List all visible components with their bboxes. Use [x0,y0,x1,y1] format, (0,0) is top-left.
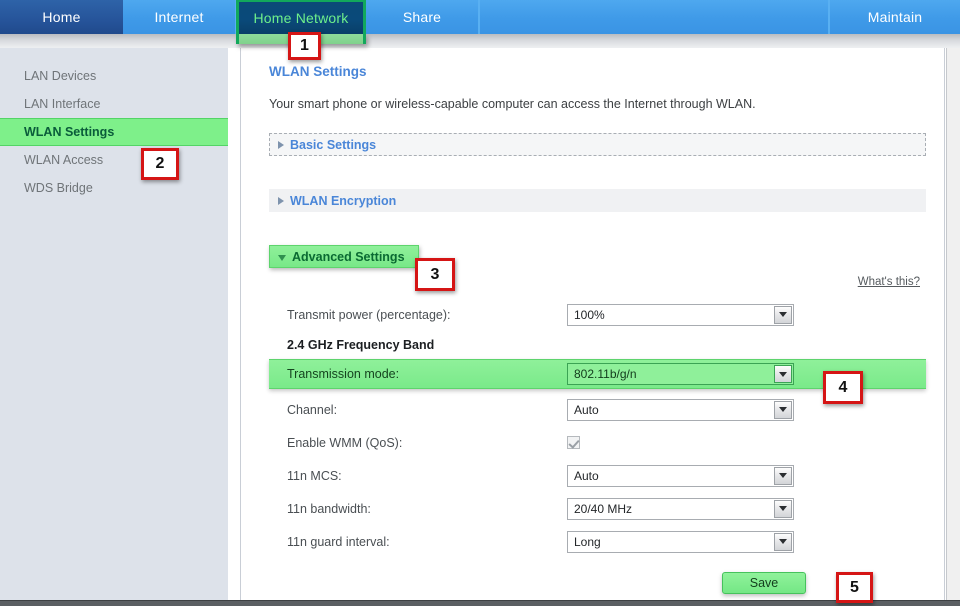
sidebar-item-label: WLAN Settings [24,125,115,139]
mcs-select[interactable]: Auto [567,464,794,487]
nav-tab-share-label: Share [402,9,442,25]
transmit-power-select[interactable]: 100% [567,303,794,326]
field-row-guard-interval: 11n guard interval: Long [269,525,926,558]
guard-interval-value: Long [574,534,601,549]
sidebar-item-label: WDS Bridge [24,181,93,195]
sidebar-item-lan-interface[interactable]: LAN Interface [0,90,228,118]
field-row-bandwidth: 11n bandwidth: 20/40 MHz [269,492,926,525]
chevron-right-icon [278,196,284,205]
bandwidth-label: 11n bandwidth: [287,501,371,516]
sidebar-item-label: WLAN Access [24,153,104,167]
bandwidth-select[interactable]: 20/40 MHz [567,497,794,520]
sidebar: LAN Devices LAN Interface WLAN Settings … [0,48,228,600]
save-button[interactable]: Save [722,572,806,594]
nav-tab-maintain[interactable]: Maintain [829,0,960,34]
section-advanced-settings-label: Advanced Settings [292,249,405,264]
mcs-value: Auto [574,468,599,483]
transmission-mode-label: Transmission mode: [287,367,400,381]
nav-tab-share[interactable]: Share [366,0,479,34]
band-heading: 2.4 GHz Frequency Band [287,338,435,352]
top-navigation-bar: Home Internet Home Network Share Maintai… [0,0,960,34]
chevron-down-icon[interactable] [774,365,792,383]
transmit-power-label: Transmit power (percentage): [287,307,451,322]
nav-tab-internet-label: Internet [154,9,204,25]
whats-this-link[interactable]: What's this? [269,276,920,288]
channel-value: Auto [574,402,599,417]
channel-select[interactable]: Auto [567,398,794,421]
bandwidth-value: 20/40 MHz [574,501,633,516]
field-row-mcs: 11n MCS: Auto [269,459,926,492]
save-row: Save [269,572,926,594]
section-basic-settings-label: Basic Settings [290,137,377,152]
enable-wmm-label: Enable WMM (QoS): [287,435,403,450]
nav-spacer [479,0,829,34]
callout-badge-2: 2 [141,148,179,180]
sidebar-item-wlan-access[interactable]: WLAN Access [0,146,228,174]
transmit-power-value: 100% [574,307,605,322]
callout-badge-1: 1 [288,32,321,60]
chevron-down-icon[interactable] [774,499,792,518]
nav-tab-internet[interactable]: Internet [123,0,236,34]
sidebar-item-label: LAN Devices [24,69,97,83]
content-panel: WLAN Settings Your smart phone or wirele… [240,48,945,600]
sidebar-item-lan-devices[interactable]: LAN Devices [0,62,228,90]
callout-badge-5: 5 [836,572,873,603]
chevron-down-icon[interactable] [774,466,792,485]
page-title: WLAN Settings [269,64,367,79]
sidebar-item-wds-bridge[interactable]: WDS Bridge [0,174,228,202]
field-row-enable-wmm: Enable WMM (QoS): [269,426,926,459]
page-description: Your smart phone or wireless-capable com… [269,97,756,111]
chevron-down-icon[interactable] [774,532,792,551]
nav-tab-home-label: Home [42,9,81,25]
nav-shadow-strip [0,34,960,48]
vertical-scrollbar[interactable] [946,48,960,600]
sidebar-item-label: LAN Interface [24,97,101,111]
enable-wmm-checkbox[interactable] [567,436,580,449]
chevron-down-icon[interactable] [774,400,792,419]
nav-tab-home-network[interactable]: Home Network [236,0,366,34]
sidebar-item-wlan-settings[interactable]: WLAN Settings [0,118,228,146]
section-wlan-encryption-label: WLAN Encryption [290,193,397,208]
page-body: LAN Devices LAN Interface WLAN Settings … [0,48,960,600]
chevron-right-icon [278,140,284,149]
nav-tab-home[interactable]: Home [0,0,123,34]
transmission-mode-select[interactable]: 802.11b/g/n [567,363,794,385]
callout-badge-4: 4 [823,371,863,404]
chevron-down-icon [278,254,286,261]
section-advanced-settings[interactable]: Advanced Settings [269,245,419,268]
section-wlan-encryption[interactable]: WLAN Encryption [269,189,926,212]
nav-tab-maintain-label: Maintain [867,9,923,25]
chevron-down-icon[interactable] [774,305,792,324]
save-button-label: Save [749,576,779,590]
mcs-label: 11n MCS: [287,468,342,483]
channel-label: Channel: [287,402,338,417]
field-row-transmit-power: Transmit power (percentage): 100% [269,298,926,331]
transmission-mode-value: 802.11b/g/n [574,367,637,381]
guard-interval-select[interactable]: Long [567,530,794,553]
guard-interval-label: 11n guard interval: [287,534,390,549]
nav-tab-home-network-label: Home Network [253,10,349,26]
router-admin-page: Home Internet Home Network Share Maintai… [0,0,960,606]
horizontal-scrollbar[interactable] [0,600,960,606]
callout-badge-3: 3 [415,258,455,291]
section-basic-settings[interactable]: Basic Settings [269,133,926,156]
